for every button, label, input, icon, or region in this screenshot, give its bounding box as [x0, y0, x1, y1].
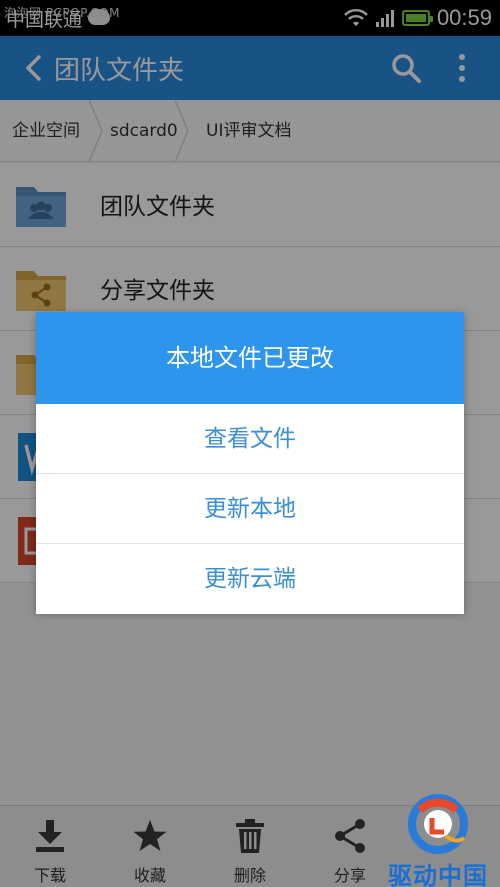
file-changed-dialog: 本地文件已更改 查看文件 更新本地 更新云端	[36, 312, 464, 614]
brand-text: 驱动中国	[388, 862, 488, 887]
dialog-title: 本地文件已更改	[36, 312, 464, 404]
logo-icon	[408, 794, 468, 854]
view-file-option[interactable]: 查看文件	[36, 404, 464, 474]
update-local-option[interactable]: 更新本地	[36, 474, 464, 544]
update-cloud-option[interactable]: 更新云端	[36, 544, 464, 614]
brand-watermark: 驱动中国	[376, 792, 500, 887]
